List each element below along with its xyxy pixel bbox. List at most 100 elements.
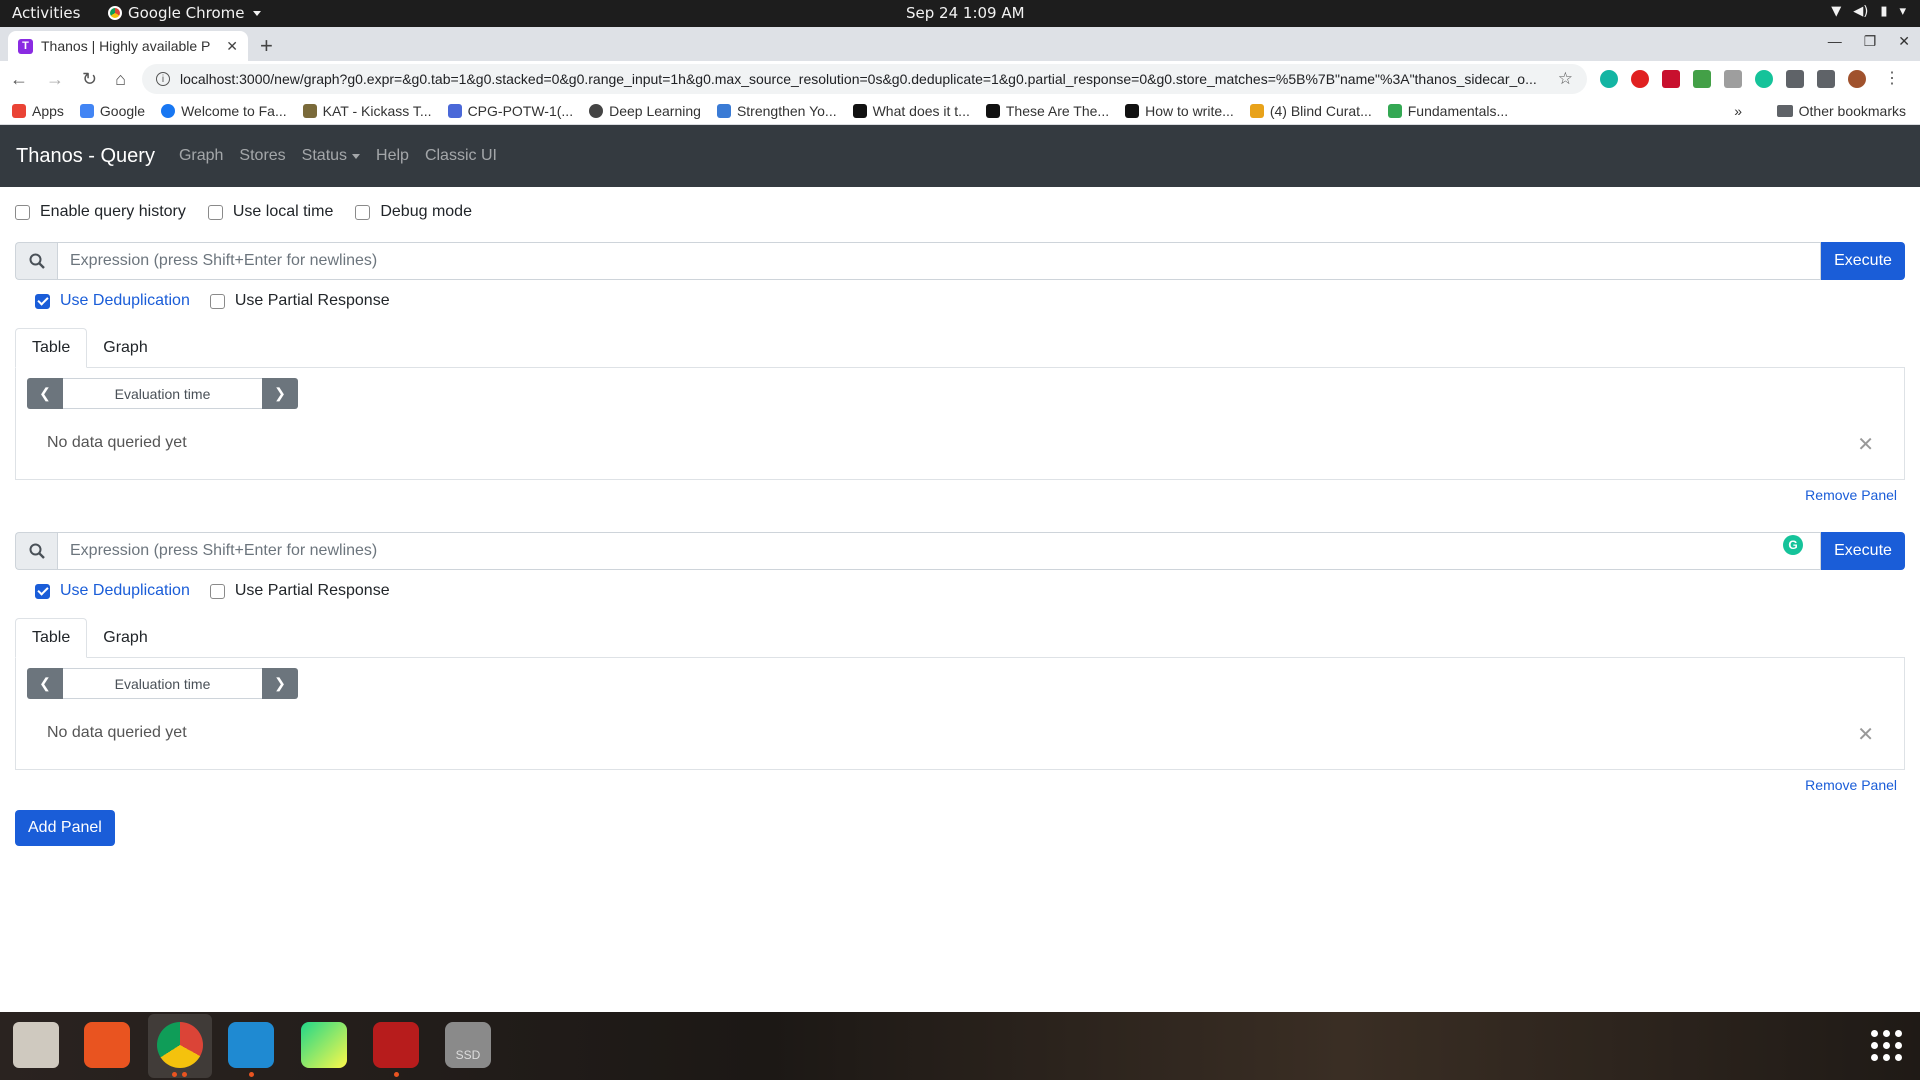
chevron-down-icon [352,153,361,159]
close-icon[interactable]: ✕ [1857,432,1874,457]
green-site-icon [1387,103,1402,118]
app-brand[interactable]: Thanos - Query [16,145,155,168]
reload-icon[interactable]: ↻ [82,69,97,90]
bookmark-item[interactable]: How to write... [1125,103,1234,119]
bookmark-item[interactable]: CPG-POTW-1(... [447,103,573,119]
facebook-icon [161,103,176,118]
extension-green-icon[interactable] [1693,70,1711,88]
url-text: localhost:3000/new/graph?g0.expr=&g0.tab… [180,71,1537,87]
grammarly-icon[interactable]: G [1783,535,1803,555]
extension-gray-icon[interactable] [1724,70,1742,88]
evaluation-time-input[interactable]: Evaluation time [63,668,262,699]
bookmark-item[interactable]: Apps [12,103,64,119]
remove-panel-link[interactable]: Remove Panel [15,770,1905,804]
system-tray[interactable]: ▼ ◀) ▮ ▾ [1831,4,1906,19]
nav-link-classic-ui[interactable]: Classic UI [425,147,497,165]
app-menu[interactable]: Google Chrome [108,4,261,22]
software-center-icon[interactable] [84,1022,130,1068]
activities-button[interactable]: Activities [12,4,80,22]
bookmark-item[interactable]: Welcome to Fa... [161,103,287,119]
nav-link-graph[interactable]: Graph [179,147,223,165]
back-icon[interactable]: ← [10,69,28,90]
close-tab-icon[interactable]: ✕ [226,38,238,55]
checkbox-box[interactable] [35,293,50,309]
system-clock[interactable]: Sep 24 1:09 AM [906,4,1025,22]
nav-link-help[interactable]: Help [376,147,409,165]
nav-link-status[interactable]: Status [302,147,361,165]
chevron-right-icon[interactable]: ❯ [262,378,298,409]
more-menu-icon[interactable]: ⋮ [1884,70,1902,88]
deduplication-checkbox[interactable]: Use Deduplication [35,292,190,310]
partial-response-checkbox[interactable]: Use Partial Response [209,582,390,600]
media-queue-icon[interactable] [1817,70,1835,88]
close-icon[interactable]: ✕ [1857,722,1874,747]
checkbox-box[interactable] [209,583,225,599]
profile-avatar[interactable] [1848,70,1866,88]
other-bookmarks-button[interactable]: Other bookmarks [1776,103,1906,119]
extension-pdf-icon[interactable] [1662,70,1680,88]
window-controls: — ❐ ✕ [1828,33,1910,50]
chevron-left-icon[interactable]: ❮ [27,668,63,699]
chevron-left-icon[interactable]: ❮ [27,378,63,409]
checkbox-box[interactable] [35,583,50,599]
local-time-checkbox[interactable]: Use local time [207,203,333,221]
bookmark-item[interactable]: What does it t... [852,103,970,119]
forward-icon[interactable]: → [46,69,64,90]
query-history-checkbox[interactable]: Enable query history [15,203,186,221]
files-icon[interactable] [13,1022,59,1068]
bookmark-item[interactable]: (4) Blind Curat... [1249,103,1372,119]
new-tab-button[interactable]: + [260,33,273,59]
partial-response-checkbox[interactable]: Use Partial Response [209,292,390,310]
close-window-icon[interactable]: ✕ [1898,33,1910,50]
browser-tab[interactable]: T Thanos | Highly available P ✕ [8,31,248,61]
evaluation-time-picker: ❮ Evaluation time ❯ [27,378,298,409]
home-icon[interactable]: ⌂ [115,69,126,90]
execute-button[interactable]: Execute [1821,532,1905,570]
bookmark-item[interactable]: These Are The... [985,103,1109,119]
evaluation-time-input[interactable]: Evaluation time [63,378,262,409]
tab-graph[interactable]: Graph [87,328,163,367]
checkbox-box[interactable] [355,204,371,220]
more-bookmarks-button[interactable]: » [1734,103,1742,119]
grammarly-extension-icon[interactable] [1755,70,1773,88]
terminal-app-icon[interactable] [373,1022,419,1068]
pycharm-icon[interactable] [301,1022,347,1068]
ssd-drive-icon[interactable]: SSD [445,1022,491,1068]
deduplication-checkbox[interactable]: Use Deduplication [35,582,190,600]
expression-input[interactable] [57,242,1821,280]
tab-table[interactable]: Table [15,618,88,658]
minimize-icon[interactable]: — [1828,33,1842,50]
panel-tabs: Table Graph [15,618,1905,658]
extension-red-icon[interactable] [1631,70,1649,88]
extension-m-icon[interactable] [1600,70,1618,88]
bookmark-item[interactable]: Google [79,103,145,119]
bookmark-item[interactable]: KAT - Kickass T... [302,103,432,119]
bookmark-label: Deep Learning [609,102,701,119]
add-panel-button[interactable]: Add Panel [15,810,115,846]
remove-panel-link[interactable]: Remove Panel [15,480,1905,514]
checkbox-box[interactable] [15,204,30,220]
bookmark-item[interactable]: Strengthen Yo... [716,103,837,119]
vscode-icon[interactable] [228,1022,274,1068]
tab-table[interactable]: Table [15,328,88,368]
address-bar[interactable]: i localhost:3000/new/graph?g0.expr=&g0.t… [142,64,1587,94]
show-applications-icon[interactable] [1871,1030,1902,1061]
bookmark-item[interactable]: Fundamentals... [1387,103,1508,119]
bookmark-star-icon[interactable]: ☆ [1558,69,1573,89]
checkbox-box[interactable] [207,204,223,220]
restore-icon[interactable]: ❐ [1864,33,1877,50]
checkbox-box[interactable] [209,293,225,309]
site-info-icon[interactable]: i [156,72,170,86]
nav-link-stores[interactable]: Stores [239,147,285,165]
chrome-icon[interactable] [157,1022,203,1068]
execute-button[interactable]: Execute [1821,242,1905,280]
tab-content: ❮ Evaluation time ❯ No data queried yet … [15,658,1905,770]
extensions-puzzle-icon[interactable] [1786,70,1804,88]
expression-input[interactable] [57,532,1821,570]
bookmark-item[interactable]: Deep Learning [589,103,701,119]
tab-graph[interactable]: Graph [87,618,163,657]
browser-tab-strip: T Thanos | Highly available P ✕ + — ❐ ✕ [0,27,1920,61]
debug-mode-checkbox[interactable]: Debug mode [355,203,472,221]
chevron-right-icon[interactable]: ❯ [262,668,298,699]
taskbar-dock: SSD [0,1012,1920,1080]
